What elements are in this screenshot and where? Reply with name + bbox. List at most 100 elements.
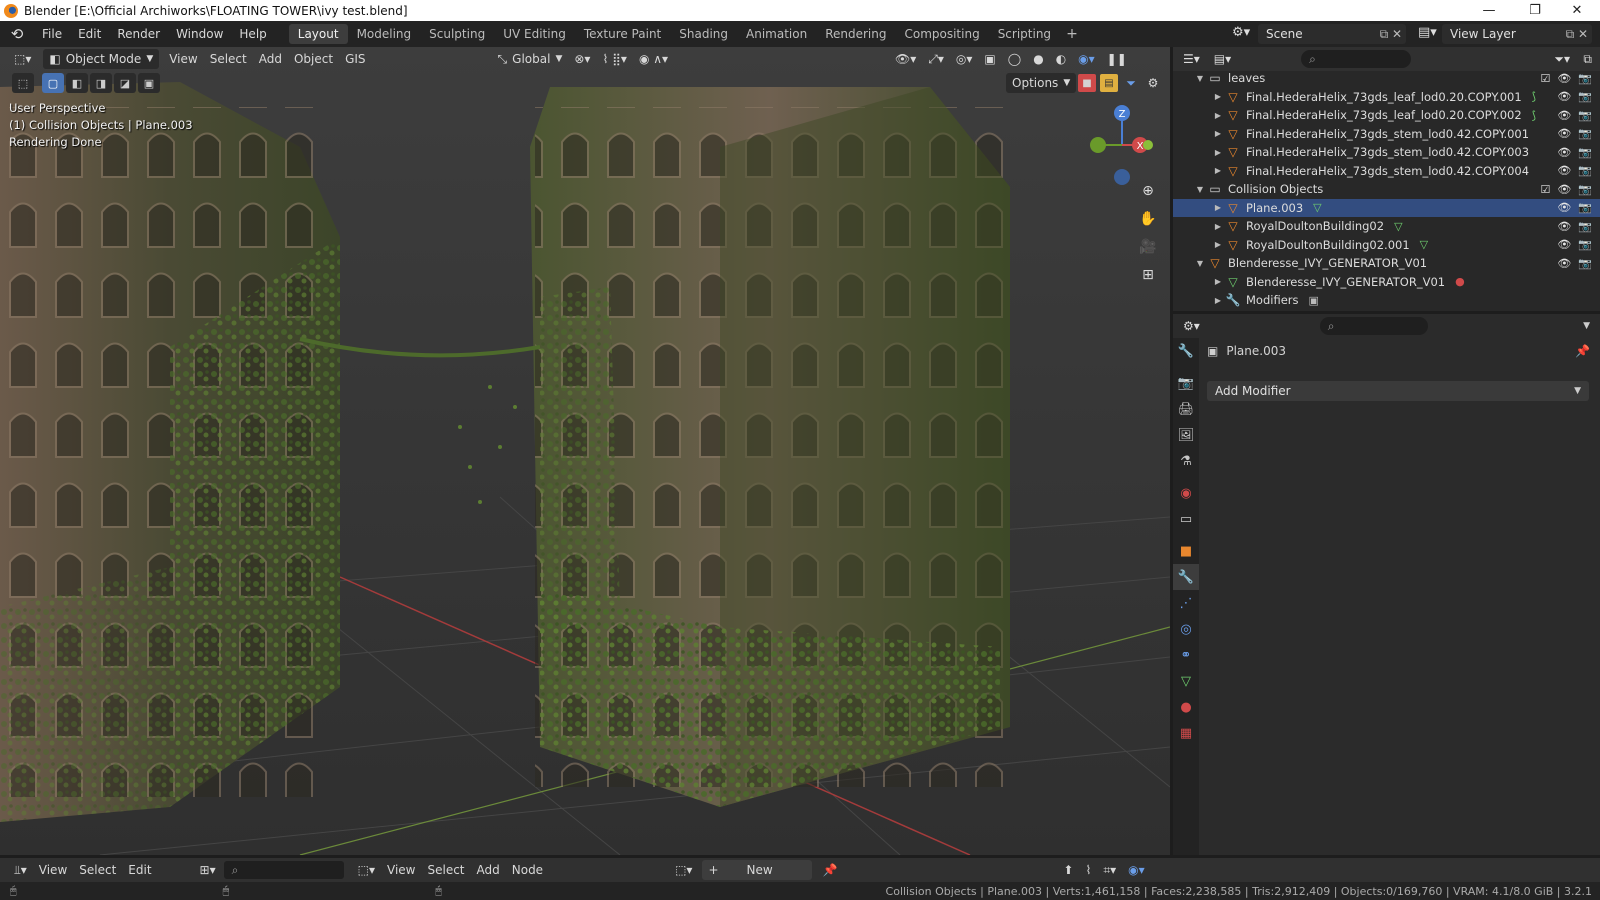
eye-icon[interactable]: 👁 (1557, 109, 1571, 122)
outliner-row[interactable]: ▶ ▽ RoyalDoultonBuilding02 ▽ 👁 📷 (1173, 217, 1600, 236)
select-extend-icon[interactable]: ◧ (66, 73, 88, 93)
scene-selector-icon[interactable]: ⚙▾ (1232, 25, 1250, 40)
node-menu-select[interactable]: Select (421, 860, 470, 880)
outliner-row[interactable]: ▼ ▭ leaves ☑ 👁 📷 (1173, 69, 1600, 88)
close-button[interactable]: ✕ (1554, 0, 1600, 21)
render-camera-icon[interactable]: 📷 (1578, 201, 1592, 214)
menu-window[interactable]: Window (168, 21, 231, 47)
browse-grid-icon[interactable]: ⊞▾ (194, 860, 222, 880)
blender-menu-icon[interactable]: ⟲ (8, 25, 26, 43)
display-mode-icon[interactable]: ▤▾ (1214, 52, 1231, 66)
filter-icon[interactable]: ⏷▾ (1554, 52, 1570, 67)
render-camera-icon[interactable]: 📷 (1578, 183, 1592, 196)
eye-icon[interactable]: 👁 (1557, 90, 1571, 103)
archive-icon[interactable]: ▤ (1100, 74, 1118, 92)
render-camera-icon[interactable]: 📷 (1578, 220, 1592, 233)
overlay-toggle-icon[interactable]: ◉▾ (1122, 860, 1151, 880)
timeline-editor-icon[interactable]: ⫫▾ (8, 860, 33, 880)
outliner-row[interactable]: ▶ 🔧 Modifiers ▣ (1173, 291, 1600, 310)
scene-name-field[interactable]: Scene ⧉ ✕ (1258, 24, 1406, 44)
node-menu-node[interactable]: Node (506, 860, 549, 880)
viewport-menu-object[interactable]: Object (288, 49, 339, 69)
texture-icon[interactable]: ▦ (1173, 720, 1199, 746)
new-view-layer-icon[interactable]: ⧉ ✕ (1566, 27, 1588, 42)
expand-down-icon[interactable]: ▼ (1193, 185, 1207, 194)
eye-icon[interactable]: 👁 (1557, 257, 1571, 270)
tab-rendering[interactable]: Rendering (816, 24, 895, 44)
overlay-toggle-icon[interactable]: ◎▾ (950, 49, 979, 69)
eye-icon[interactable]: 👁 (1557, 220, 1571, 233)
pivot-point-icon[interactable]: ⊗▾ (568, 49, 596, 69)
expand-down-icon[interactable]: ▼ (1193, 74, 1207, 83)
menu-file[interactable]: File (34, 21, 70, 47)
outliner-row[interactable]: ▶ ▽ Final.HederaHelix_73gds_leaf_lod0.20.C… (1173, 106, 1600, 125)
pan-hand-icon[interactable]: ✋ (1136, 207, 1160, 231)
filter-icon[interactable]: ⏷ (1122, 74, 1140, 92)
outliner-row[interactable]: ▶ ▽ Final.HederaHelix_73gds_stem_lod0.42.C… (1173, 143, 1600, 162)
expand-right-icon[interactable]: ▶ (1211, 277, 1225, 286)
world-icon[interactable]: ◉ (1173, 480, 1199, 506)
bottom-menu-select[interactable]: Select (73, 860, 122, 880)
add-modifier-dropdown[interactable]: Add Modifier ▼ (1207, 381, 1589, 401)
menu-render[interactable]: Render (109, 21, 168, 47)
3d-viewport[interactable]: ⬚▾ ◧ Object Mode ▼ View Select Add Objec… (0, 47, 1170, 855)
outliner-row[interactable]: ▶ ▽ Plane.003 ▽ 👁 📷 (1173, 198, 1600, 217)
parent-node-icon[interactable]: ⬆ (1057, 860, 1079, 880)
properties-search-input[interactable]: ⌕ (1319, 317, 1428, 335)
outliner-row[interactable]: ▶ ▽ Final.HederaHelix_73gds_stem_lod0.42.C… (1173, 162, 1600, 181)
rendered-shading-icon[interactable]: ◉▾ (1072, 49, 1101, 69)
select-intersect-icon[interactable]: ▣ (138, 73, 160, 93)
add-workspace-icon[interactable]: + (1060, 26, 1084, 42)
minimize-button[interactable]: — (1466, 0, 1512, 21)
expand-right-icon[interactable]: ▶ (1211, 148, 1225, 157)
tab-texture-paint[interactable]: Texture Paint (575, 24, 670, 44)
ortho-grid-icon[interactable]: ⊞ (1136, 263, 1160, 287)
viewport-menu-select[interactable]: Select (204, 49, 253, 69)
node-type-icon[interactable]: ⬚▾ (669, 860, 698, 880)
eye-icon[interactable]: 👁 (1557, 238, 1571, 251)
view-layer-icon[interactable]: 🖼 (1173, 422, 1199, 448)
maximize-button[interactable]: ❐ (1512, 0, 1558, 21)
tab-animation[interactable]: Animation (737, 24, 816, 44)
eye-icon[interactable]: 👁 (1557, 164, 1571, 177)
viewport-menu-gis[interactable]: GIS (339, 49, 371, 69)
eye-icon[interactable]: 👁 (1557, 201, 1571, 214)
eye-icon[interactable]: 👁 (1557, 72, 1571, 85)
physics-icon[interactable]: ◎ (1173, 616, 1199, 642)
render-camera-icon[interactable]: 📷 (1578, 146, 1592, 159)
editor-type-icon[interactable]: ⬚▾ (8, 49, 37, 69)
eye-icon[interactable]: 👁 (1557, 146, 1571, 159)
expand-right-icon[interactable]: ▶ (1211, 92, 1225, 101)
outliner-row[interactable]: ▶ ▽ Blenderesse_IVY_GENERATOR_V01 ● (1173, 273, 1600, 292)
proportional-edit-icon[interactable]: ◉ ∧▾ (633, 49, 674, 69)
tab-shading[interactable]: Shading (670, 24, 737, 44)
pin-icon[interactable]: 📌 (816, 860, 843, 880)
select-new-icon[interactable]: ▢ (42, 73, 64, 93)
expand-right-icon[interactable]: ▶ (1211, 166, 1225, 175)
tab-sculpting[interactable]: Sculpting (420, 24, 494, 44)
tab-layout[interactable]: Layout (288, 24, 348, 44)
bottom-menu-view[interactable]: View (33, 860, 73, 880)
tab-compositing[interactable]: Compositing (895, 24, 988, 44)
collection-icon[interactable]: ▭ (1173, 506, 1199, 532)
snap-grid-icon[interactable]: ⌗▾ (1097, 860, 1122, 880)
camera-view-icon[interactable]: 🎥 (1136, 235, 1160, 259)
outliner-search-input[interactable]: ⌕ (1301, 50, 1412, 68)
outliner-editor-icon[interactable]: ☰▾ (1183, 52, 1200, 66)
viewport-menu-view[interactable]: View (163, 49, 203, 69)
view-layer-selector-icon[interactable]: ▤▾ (1418, 25, 1437, 40)
output-icon[interactable]: 🖨 (1173, 396, 1199, 422)
node-menu-view[interactable]: View (381, 860, 421, 880)
eye-icon[interactable]: 👁 (1557, 183, 1571, 196)
render-camera-icon[interactable]: 📷 (1578, 164, 1592, 177)
menu-help[interactable]: Help (231, 21, 274, 47)
object-icon[interactable]: ■ (1173, 538, 1199, 564)
outliner-row[interactable]: ▼ ▽ Blenderesse_IVY_GENERATOR_V01 👁 📷 (1173, 254, 1600, 273)
tab-modeling[interactable]: Modeling (348, 24, 421, 44)
xray-icon[interactable]: ▣ (978, 49, 1001, 69)
exclude-checkbox[interactable]: ☑ (1540, 72, 1550, 85)
eye-icon[interactable]: 👁 (1557, 127, 1571, 140)
tool-icon[interactable]: 🔧 (1173, 338, 1199, 364)
outliner-row[interactable]: ▶ ▽ Final.HederaHelix_73gds_leaf_lod0.20.C… (1173, 88, 1600, 107)
expand-right-icon[interactable]: ▶ (1211, 129, 1225, 138)
